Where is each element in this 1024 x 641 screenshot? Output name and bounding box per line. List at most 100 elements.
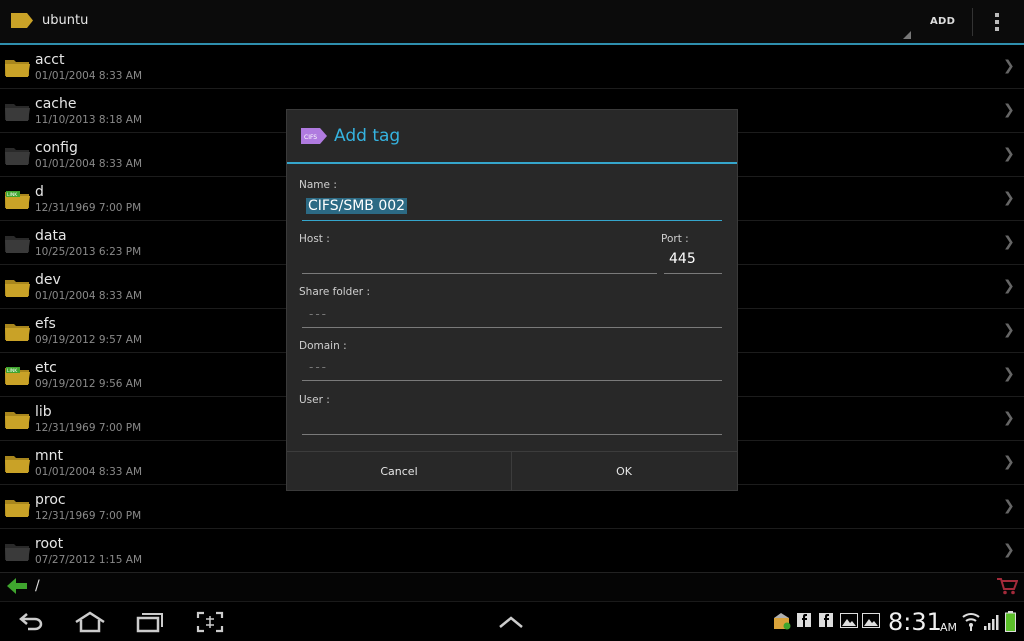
- spinner-corner-icon[interactable]: [903, 31, 911, 39]
- back-icon[interactable]: [18, 611, 44, 631]
- dialog-header: CIFS Add tag: [287, 110, 737, 164]
- add-button[interactable]: ADD: [930, 16, 955, 27]
- chevron-right-icon: ❯: [1003, 410, 1015, 426]
- chevron-right-icon: ❯: [1003, 234, 1015, 250]
- chevron-right-icon: ❯: [1003, 190, 1015, 206]
- folder-icon: [5, 456, 30, 473]
- up-arrow-icon[interactable]: [7, 578, 27, 594]
- dialog-buttons: Cancel OK: [287, 451, 737, 491]
- file-name: acct: [35, 52, 65, 68]
- chevron-right-icon: ❯: [1003, 146, 1015, 162]
- signal-icon: [984, 615, 999, 630]
- folder-icon: [5, 280, 30, 297]
- file-name: proc: [35, 492, 66, 508]
- tag-icon[interactable]: [10, 12, 34, 29]
- file-date: 12/31/1969 7:00 PM: [35, 202, 142, 214]
- file-name: cache: [35, 96, 77, 112]
- action-bar: ubuntu ADD: [0, 0, 1024, 45]
- clock-time[interactable]: 8:31: [888, 608, 942, 636]
- share-folder-placeholder: ---: [309, 307, 328, 321]
- ok-button[interactable]: OK: [512, 452, 736, 491]
- share-folder-label: Share folder :: [299, 286, 370, 298]
- folder-icon: [5, 500, 30, 517]
- folder-icon: [5, 324, 30, 341]
- dialog-title: Add tag: [334, 126, 401, 146]
- port-label: Port :: [661, 233, 689, 245]
- chevron-right-icon: ❯: [1003, 322, 1015, 338]
- file-name: efs: [35, 316, 56, 332]
- file-date: 12/31/1969 7:00 PM: [35, 422, 142, 434]
- folder-icon: [5, 104, 30, 121]
- file-name: root: [35, 536, 64, 552]
- domain-placeholder: ---: [309, 360, 328, 374]
- file-date: 11/10/2013 8:18 AM: [35, 114, 143, 126]
- file-name: lib: [35, 404, 52, 420]
- cifs-tag-icon: CIFS: [301, 128, 327, 144]
- file-row-proc[interactable]: proc 12/31/1969 7:00 PM ❯: [0, 485, 1024, 529]
- gallery-icon[interactable]: [862, 613, 880, 628]
- chevron-right-icon: ❯: [1003, 278, 1015, 294]
- link-badge-label: LINK: [7, 368, 18, 374]
- add-tag-dialog: CIFS Add tag Name : CIFS/SMB 002 Host : …: [287, 110, 737, 491]
- system-bar: 8:31 AM: [0, 601, 1024, 641]
- name-value: CIFS/SMB 002: [306, 198, 408, 214]
- file-name: data: [35, 228, 67, 244]
- port-field[interactable]: 445: [664, 248, 722, 274]
- folder-icon: [5, 544, 30, 561]
- file-name: d: [35, 184, 44, 200]
- file-date: 12/31/1969 7:00 PM: [35, 510, 142, 522]
- chevron-right-icon: ❯: [1003, 58, 1015, 74]
- overflow-menu-icon[interactable]: [994, 13, 1000, 33]
- file-date: 01/01/2004 8:33 AM: [35, 158, 143, 170]
- home-icon[interactable]: [74, 611, 106, 633]
- file-row-root[interactable]: root 07/27/2012 1:15 AM ❯: [0, 529, 1024, 572]
- file-date: 09/19/2012 9:57 AM: [35, 334, 143, 346]
- chevron-right-icon: ❯: [1003, 542, 1015, 558]
- battery-icon: [1005, 611, 1016, 632]
- chevron-right-icon: ❯: [1003, 366, 1015, 382]
- facebook-icon[interactable]: [819, 613, 833, 627]
- port-value: 445: [669, 251, 696, 267]
- divider: [972, 8, 973, 36]
- user-field[interactable]: [302, 409, 722, 435]
- current-path: /: [35, 578, 40, 594]
- file-date: 01/01/2004 8:33 AM: [35, 70, 143, 82]
- file-name: config: [35, 140, 78, 156]
- path-bar: /: [0, 572, 1024, 601]
- file-date: 10/25/2013 6:23 PM: [35, 246, 142, 258]
- recent-apps-icon[interactable]: [136, 611, 164, 633]
- cart-icon[interactable]: [996, 577, 1018, 595]
- file-date: 01/01/2004 8:33 AM: [35, 290, 143, 302]
- folder-icon: [5, 236, 30, 253]
- gallery-icon[interactable]: [840, 613, 858, 628]
- facebook-icon[interactable]: [797, 613, 811, 627]
- domain-field[interactable]: ---: [302, 355, 722, 381]
- name-label: Name :: [299, 179, 337, 191]
- share-folder-field[interactable]: ---: [302, 302, 722, 328]
- cancel-button[interactable]: Cancel: [287, 452, 511, 491]
- file-date: 01/01/2004 8:33 AM: [35, 466, 143, 478]
- domain-label: Domain :: [299, 340, 347, 352]
- file-date: 09/19/2012 9:56 AM: [35, 378, 143, 390]
- link-badge-label: LINK: [7, 192, 18, 198]
- name-field[interactable]: CIFS/SMB 002: [302, 195, 722, 221]
- folder-icon: [5, 412, 30, 429]
- chevron-up-icon[interactable]: [498, 615, 524, 629]
- file-name: etc: [35, 360, 57, 376]
- folder-icon: [5, 148, 30, 165]
- host-field[interactable]: [302, 248, 657, 274]
- app-title: ubuntu: [42, 13, 89, 28]
- screenshot-icon[interactable]: [196, 611, 224, 633]
- link-folder-icon: LINK: [5, 367, 30, 385]
- user-label: User :: [299, 394, 330, 406]
- chevron-right-icon: ❯: [1003, 102, 1015, 118]
- file-row-acct[interactable]: acct 01/01/2004 8:33 AM ❯: [0, 45, 1024, 89]
- file-date: 07/27/2012 1:15 AM: [35, 554, 143, 566]
- wifi-icon: [962, 613, 980, 631]
- cifs-icon-label: CIFS: [304, 134, 317, 141]
- link-folder-icon: LINK: [5, 191, 30, 209]
- folder-icon: [5, 60, 30, 77]
- file-name: dev: [35, 272, 61, 288]
- store-notification-icon[interactable]: [772, 612, 792, 630]
- chevron-right-icon: ❯: [1003, 498, 1015, 514]
